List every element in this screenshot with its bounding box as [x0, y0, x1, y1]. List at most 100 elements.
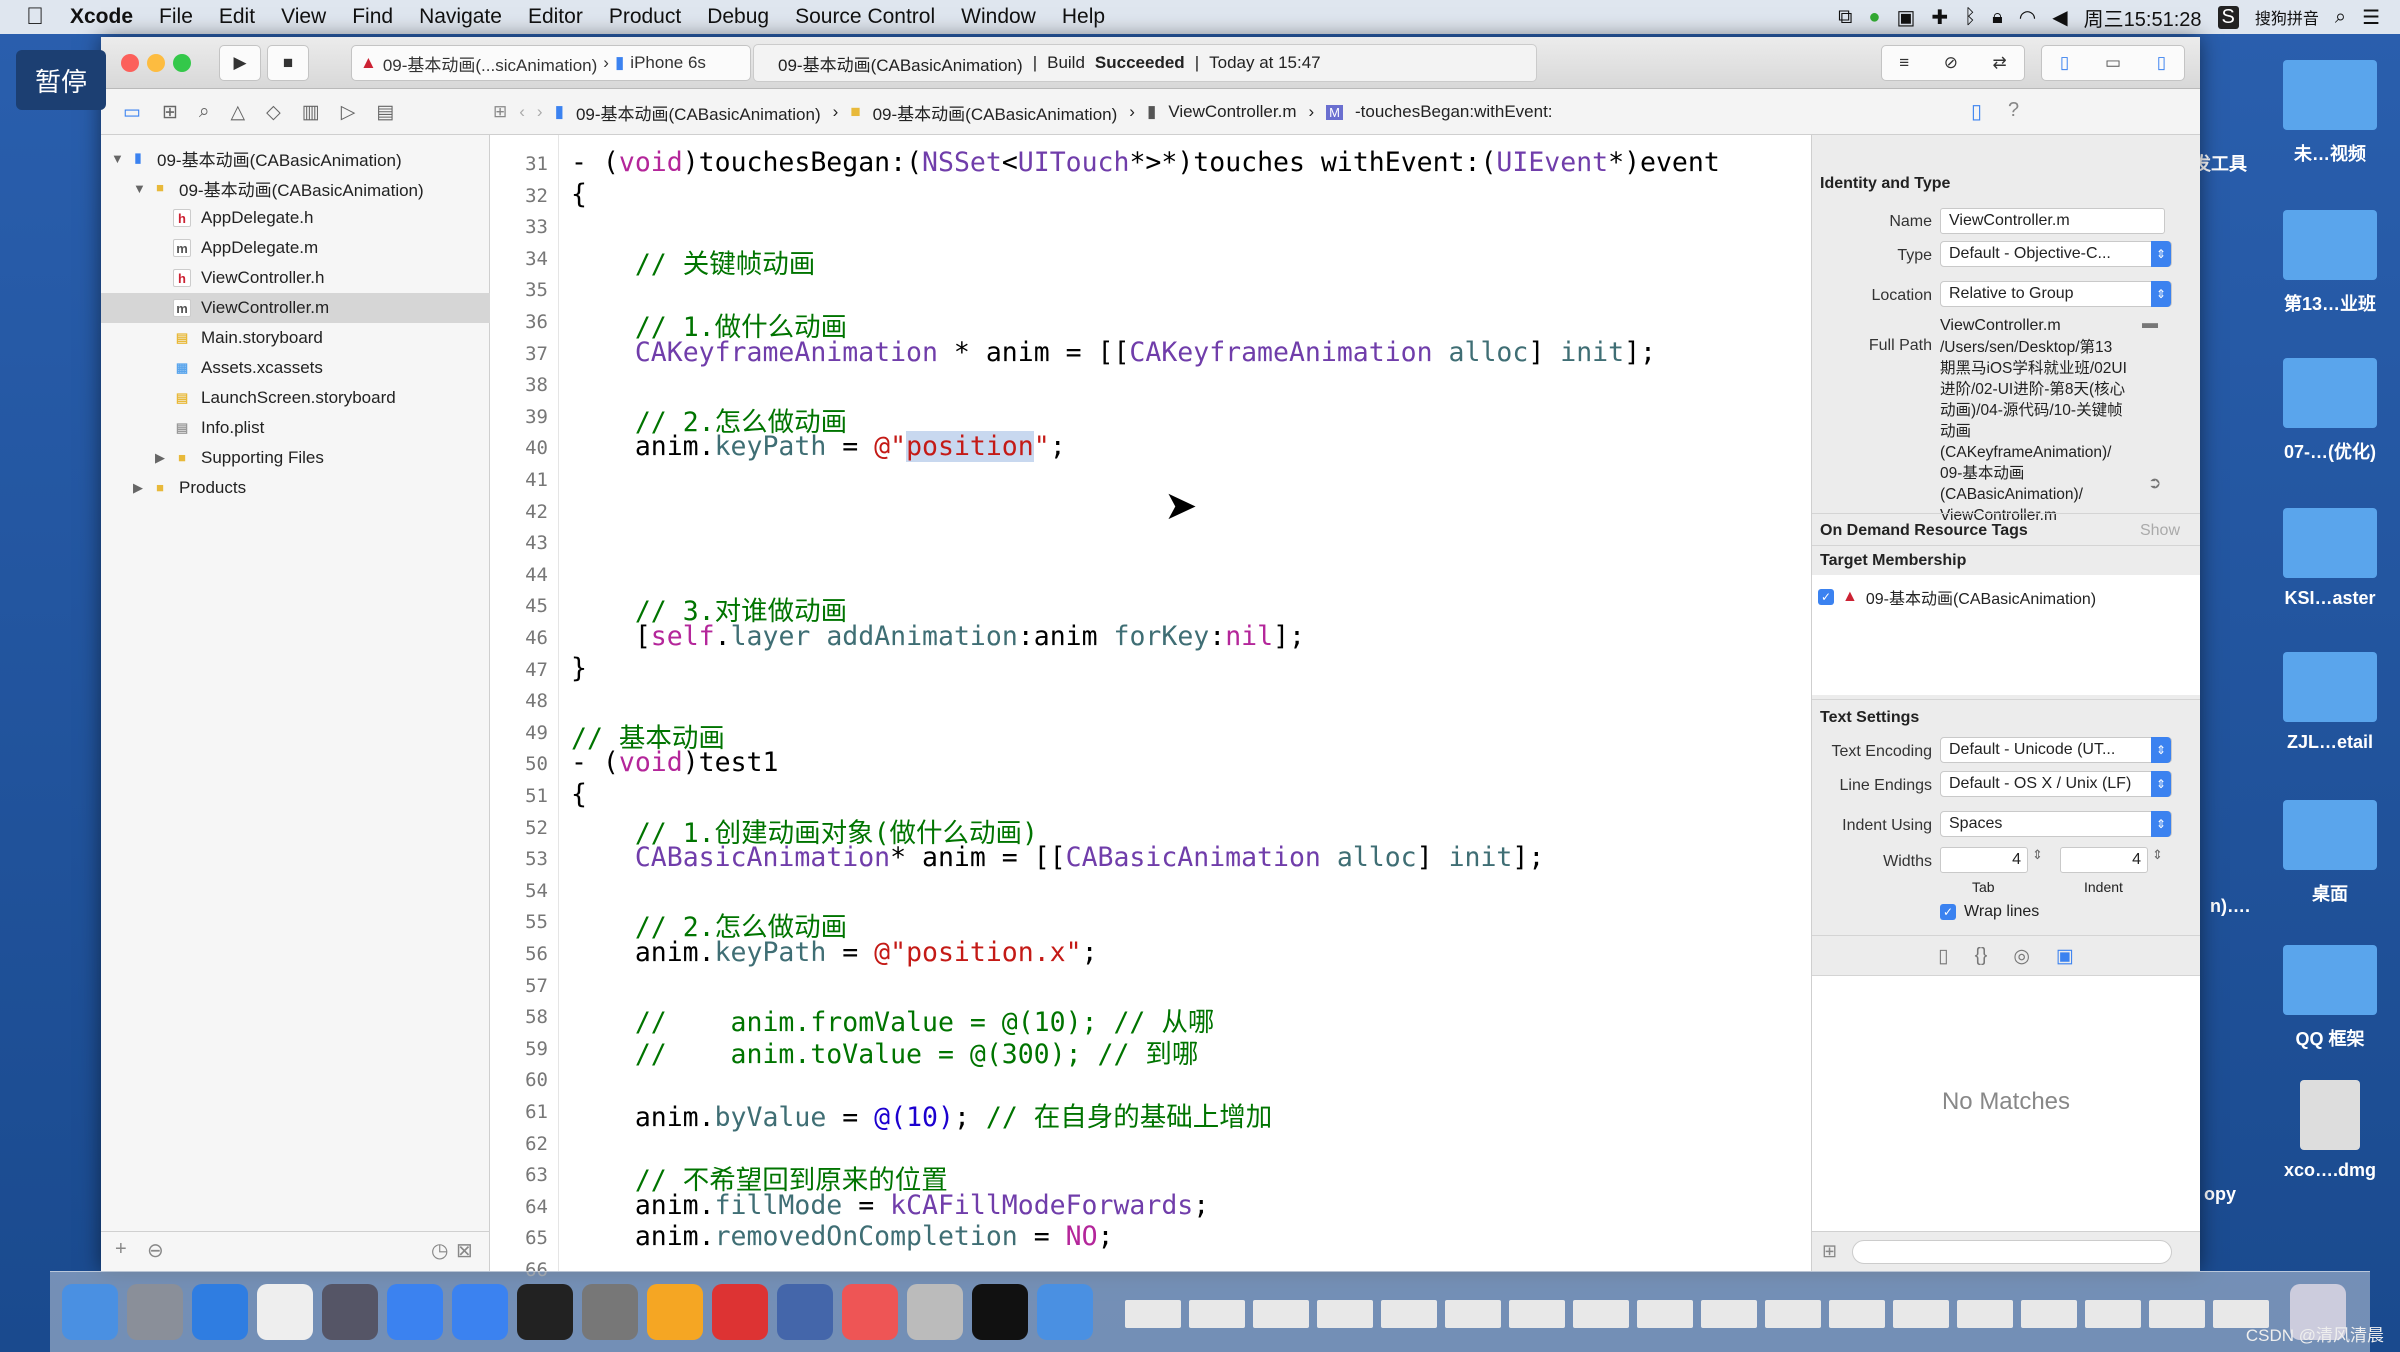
minimized-window-dock-icon[interactable]: [2149, 1300, 2205, 1328]
quick-help-icon[interactable]: ?: [2008, 99, 2019, 124]
code-line[interactable]: [self.layer addAnimation:anim forKey:nil…: [571, 621, 1305, 652]
jump-bar-method[interactable]: -touchesBegan:withEvent:: [1355, 102, 1553, 122]
line-endings-popup[interactable]: Default - OS X / Unix (LF) ⇕: [1940, 771, 2172, 797]
jump-bar-file[interactable]: ViewController.m: [1168, 102, 1296, 122]
navigator-item[interactable]: ▤ Info.plist: [101, 413, 490, 443]
debug-toggle-icon[interactable]: ▭: [2105, 53, 2121, 73]
safari-dock-icon[interactable]: [192, 1284, 248, 1340]
navigator-item[interactable]: h AppDelegate.h: [101, 203, 490, 233]
finder-dock-icon[interactable]: [62, 1284, 118, 1340]
screen-icon[interactable]: ⧉: [1838, 6, 1852, 29]
navigator-toggle-icon[interactable]: ▯: [2060, 53, 2069, 73]
reveal-in-finder-icon[interactable]: ➲: [2148, 473, 2161, 493]
code-line[interactable]: anim.removedOnCompletion = NO;: [571, 1221, 1114, 1252]
camera-icon[interactable]: ▣: [1896, 5, 1915, 30]
menu-edit[interactable]: Edit: [219, 5, 255, 29]
qq-dock-icon[interactable]: [1037, 1284, 1093, 1340]
file-inspector-icon[interactable]: ▯: [1971, 99, 1982, 124]
app-status-icon[interactable]: ●: [1868, 6, 1880, 29]
disclosure-triangle-icon[interactable]: ▶: [133, 480, 151, 496]
name-field[interactable]: ViewController.m: [1940, 208, 2165, 234]
code-line[interactable]: CAKeyframeAnimation * anim = [[CAKeyfram…: [571, 337, 1656, 368]
menu-view[interactable]: View: [281, 5, 326, 29]
code-line[interactable]: anim.fillMode = kCAFillModeForwards;: [571, 1190, 1209, 1221]
menu-window[interactable]: Window: [961, 5, 1036, 29]
minimized-window-dock-icon[interactable]: [1765, 1300, 1821, 1328]
back-button[interactable]: ‹: [519, 102, 525, 122]
library-filter-input[interactable]: [1852, 1240, 2173, 1264]
launchpad-dock-icon[interactable]: [127, 1284, 183, 1340]
wrap-lines-row[interactable]: ✓ Wrap lines: [1940, 903, 2039, 921]
find-navigator-icon[interactable]: ⌕: [199, 101, 210, 123]
symbol-navigator-icon[interactable]: ⊞: [162, 101, 178, 124]
minimized-window-dock-icon[interactable]: [2021, 1300, 2077, 1328]
menu-editor[interactable]: Editor: [528, 5, 583, 29]
code-line[interactable]: // 关键帧动画: [571, 242, 815, 281]
menu-source-control[interactable]: Source Control: [795, 5, 935, 29]
source-editor[interactable]: ➤ - (void)touchesBegan:(NSSet<UITouch*>*…: [559, 135, 1891, 1271]
indent-width-field[interactable]: 4: [2060, 847, 2148, 873]
clock[interactable]: 周三15:51:28: [2084, 3, 2202, 32]
test-navigator-icon[interactable]: ◇: [266, 101, 281, 124]
minimized-window-dock-icon[interactable]: [1701, 1300, 1757, 1328]
object-library-icon[interactable]: ◎: [2013, 945, 2030, 968]
code-line[interactable]: // anim.toValue = @(300); // 到哪: [571, 1032, 1199, 1071]
scm-filter-icon[interactable]: ⊠: [456, 1238, 473, 1263]
odr-show-button[interactable]: Show: [2140, 522, 2180, 540]
code-line[interactable]: anim.keyPath = @"position";: [571, 431, 1066, 463]
notification-icon[interactable]: ☰: [2362, 5, 2380, 30]
minimized-window-dock-icon[interactable]: [1957, 1300, 2013, 1328]
filter-icon[interactable]: ⊖: [147, 1238, 164, 1263]
code-line[interactable]: anim.keyPath = @"position.x";: [571, 937, 1098, 968]
navigator-item[interactable]: ▶ ■ Products: [101, 473, 490, 503]
grid-view-icon[interactable]: ⊞: [1822, 1241, 1837, 1261]
navigator-item[interactable]: m AppDelegate.m: [101, 233, 490, 263]
minimized-window-dock-icon[interactable]: [1253, 1300, 1309, 1328]
view-toggle-segment[interactable]: ▯ ▭ ▯: [2041, 45, 2185, 81]
tab-width-field[interactable]: 4: [1940, 847, 2028, 873]
forward-button[interactable]: ›: [537, 102, 543, 122]
code-line[interactable]: }: [571, 653, 587, 684]
menu-navigate[interactable]: Navigate: [419, 5, 502, 29]
indent-using-popup[interactable]: Spaces ⇕: [1940, 811, 2172, 837]
minimized-window-dock-icon[interactable]: [1893, 1300, 1949, 1328]
folder-navigator-icon[interactable]: ▭: [123, 101, 141, 124]
code-line[interactable]: - (void)touchesBegan:(NSSet<UITouch*>*)t…: [571, 147, 1720, 178]
desktop-item[interactable]: QQ 框架: [2280, 945, 2380, 1051]
navigator-item[interactable]: ▦ Assets.xcassets: [101, 353, 490, 383]
code-line[interactable]: {: [571, 179, 587, 210]
run-button[interactable]: ▶: [219, 45, 261, 81]
jump-bar-project[interactable]: 09-基本动画(CABasicAnimation): [576, 100, 821, 125]
desktop-item[interactable]: ZJL…etail: [2280, 652, 2380, 753]
media-library-icon[interactable]: ▣: [2056, 945, 2074, 968]
target-row[interactable]: ✓ ▲ 09-基本动画(CABasicAnimation): [1818, 585, 2096, 609]
disclosure-triangle-icon[interactable]: ▼: [133, 181, 151, 196]
quicktime-dock-icon[interactable]: [777, 1284, 833, 1340]
system-preferences-dock-icon[interactable]: [582, 1284, 638, 1340]
scheme-selector[interactable]: ▲ 09-基本动画(...sicAnimation) › ▮ iPhone 6s: [351, 45, 751, 81]
navigator-item[interactable]: ▤ Main.storyboard: [101, 323, 490, 353]
type-popup[interactable]: Default - Objective-C... ⇕: [1940, 241, 2172, 267]
menu-file[interactable]: File: [159, 5, 193, 29]
indent-width-stepper[interactable]: ⇕: [2152, 847, 2163, 863]
bluetooth-icon[interactable]: ᛒ: [1964, 6, 1976, 29]
plus-icon[interactable]: ✚: [1931, 5, 1948, 30]
disclosure-triangle-icon[interactable]: ▼: [111, 151, 129, 166]
zoom-button[interactable]: [173, 54, 191, 72]
code-line[interactable]: {: [571, 779, 587, 810]
minimized-window-dock-icon[interactable]: [1829, 1300, 1885, 1328]
navigator-item[interactable]: ▶ ■ Supporting Files: [101, 443, 490, 473]
recent-files-icon[interactable]: ◷: [431, 1238, 448, 1263]
code-line[interactable]: - (void)test1: [571, 747, 778, 778]
minimized-window-dock-icon[interactable]: [1573, 1300, 1629, 1328]
desktop-item[interactable]: 07-…(优化): [2280, 358, 2380, 464]
encoding-popup[interactable]: Default - Unicode (UT... ⇕: [1940, 737, 2172, 763]
powerpoint-dock-icon[interactable]: [712, 1284, 768, 1340]
minimized-window-dock-icon[interactable]: [1509, 1300, 1565, 1328]
navigator-item[interactable]: ▼ ■ 09-基本动画(CABasicAnimation): [101, 173, 490, 203]
tab-width-stepper[interactable]: ⇕: [2032, 847, 2043, 863]
choose-folder-icon[interactable]: ▬: [2142, 315, 2158, 333]
debug-navigator-icon[interactable]: ▥: [302, 101, 320, 124]
menu-app-name[interactable]: Xcode: [70, 5, 133, 29]
file-template-icon[interactable]: ▯: [1938, 945, 1948, 968]
